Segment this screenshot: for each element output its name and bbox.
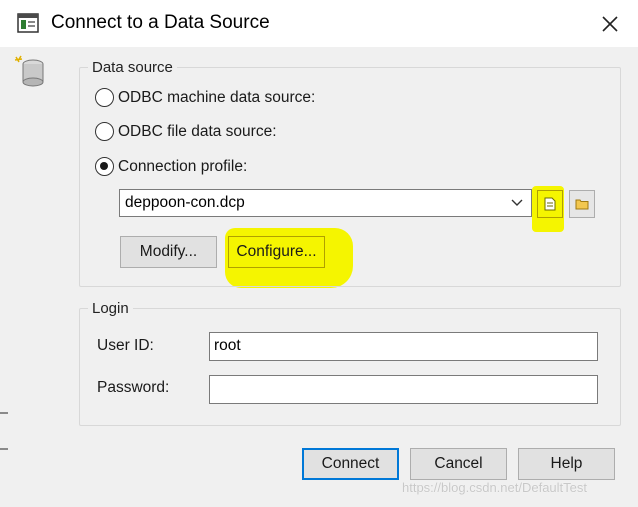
chevron-down-icon[interactable] [510, 196, 524, 210]
title-bar: Connect to a Data Source [0, 0, 638, 47]
radio-label: Connection profile: [118, 157, 248, 175]
radio-label: ODBC file data source: [118, 122, 277, 140]
user-id-field[interactable]: root [209, 332, 598, 361]
login-legend: Login [92, 300, 129, 317]
password-field[interactable] [209, 375, 598, 404]
user-id-value: root [214, 337, 241, 354]
open-profile-button[interactable] [569, 190, 595, 218]
window-title: Connect to a Data Source [51, 12, 270, 33]
configure-button[interactable]: Configure... [228, 236, 325, 268]
watermark-text: https://blog.csdn.net/DefaultTest [402, 480, 587, 495]
cancel-button[interactable]: Cancel [410, 448, 507, 480]
radio-button[interactable] [95, 88, 114, 107]
database-cylinder-icon [14, 55, 44, 87]
connect-button[interactable]: Connect [302, 448, 399, 480]
data-source-legend: Data source [92, 59, 173, 76]
password-label: Password: [97, 379, 170, 396]
radio-odbc-machine[interactable]: ODBC machine data source: [95, 88, 315, 107]
radio-label: ODBC machine data source: [118, 88, 316, 106]
folder-icon [575, 199, 589, 210]
profile-value: deppoon-con.dcp [125, 194, 245, 211]
user-id-label: User ID: [97, 337, 154, 354]
help-button[interactable]: Help [518, 448, 615, 480]
profile-combobox[interactable]: deppoon-con.dcp [119, 189, 532, 217]
radio-button-checked[interactable] [95, 157, 114, 176]
database-window-icon [17, 13, 39, 33]
close-icon[interactable] [596, 10, 624, 38]
window-edge [0, 412, 8, 414]
new-profile-button[interactable] [537, 190, 563, 218]
radio-odbc-file[interactable]: ODBC file data source: [95, 122, 277, 141]
login-group: Login [79, 300, 621, 426]
new-file-icon [544, 197, 556, 211]
window-edge [0, 448, 8, 450]
radio-connection-profile[interactable]: Connection profile: [95, 157, 247, 176]
radio-button[interactable] [95, 122, 114, 141]
modify-button[interactable]: Modify... [120, 236, 217, 268]
